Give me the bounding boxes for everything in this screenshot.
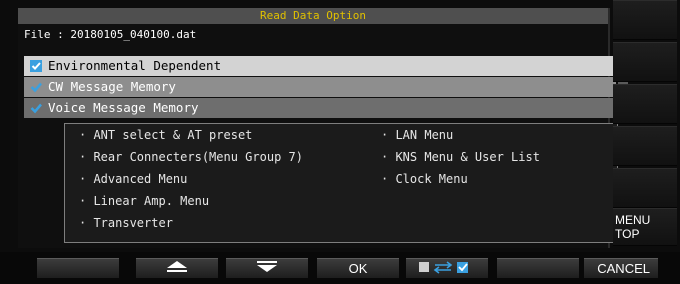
scroll-up-button[interactable] [136, 258, 218, 278]
bottom-softkey-bar: OK CANCEL [0, 252, 680, 284]
eject-up-icon [165, 260, 189, 277]
info-item: · Transverter [79, 216, 173, 230]
side-softkey-3[interactable] [613, 84, 677, 124]
checkbox-toggle-icon [417, 260, 477, 277]
side-softkey-4[interactable] [613, 126, 677, 166]
cancel-button[interactable]: CANCEL [584, 258, 658, 278]
option-label: Voice Message Memory [48, 100, 199, 115]
info-item: · Clock Menu [381, 172, 468, 186]
info-item: · Advanced Menu [79, 172, 188, 186]
right-softkey-column: MENU TOP [613, 0, 680, 252]
info-item: · ANT select & AT preset [79, 128, 253, 142]
checkbox-checked-icon[interactable] [30, 81, 42, 93]
file-name-label: File : 20180105_040100.dat [24, 28, 197, 41]
side-softkey-5[interactable] [613, 168, 677, 208]
bottom-softkey-blank-2[interactable] [497, 258, 579, 278]
side-softkey-1[interactable] [613, 0, 677, 40]
included-data-panel: · ANT select & AT preset · Rear Connecte… [64, 123, 618, 243]
toggle-check-button[interactable] [406, 258, 488, 278]
option-cw-message-memory[interactable]: CW Message Memory [24, 77, 616, 97]
option-label: Environmental Dependent [48, 58, 222, 73]
checkbox-checked-icon[interactable] [30, 102, 42, 114]
read-data-option-dialog: Read Data Option File : 20180105_040100.… [18, 8, 628, 248]
eject-down-icon [255, 260, 279, 277]
option-voice-message-memory[interactable]: Voice Message Memory [24, 98, 616, 118]
info-item: · KNS Menu & User List [381, 150, 540, 164]
dialog-title: Read Data Option [18, 8, 608, 24]
info-item: · LAN Menu [381, 128, 454, 142]
info-item: · Linear Amp. Menu [79, 194, 210, 208]
scroll-down-button[interactable] [226, 258, 308, 278]
info-item: · Rear Connecters(Menu Group 7) [79, 150, 303, 164]
option-label: CW Message Memory [48, 79, 176, 94]
side-softkey-2[interactable] [613, 42, 677, 82]
menu-top-button[interactable]: MENU TOP [613, 208, 677, 246]
checkbox-checked-icon[interactable] [30, 60, 42, 72]
bottom-softkey-blank-1[interactable] [37, 258, 119, 278]
ok-button[interactable]: OK [317, 258, 399, 278]
option-environmental-dependent[interactable]: Environmental Dependent [24, 56, 616, 76]
